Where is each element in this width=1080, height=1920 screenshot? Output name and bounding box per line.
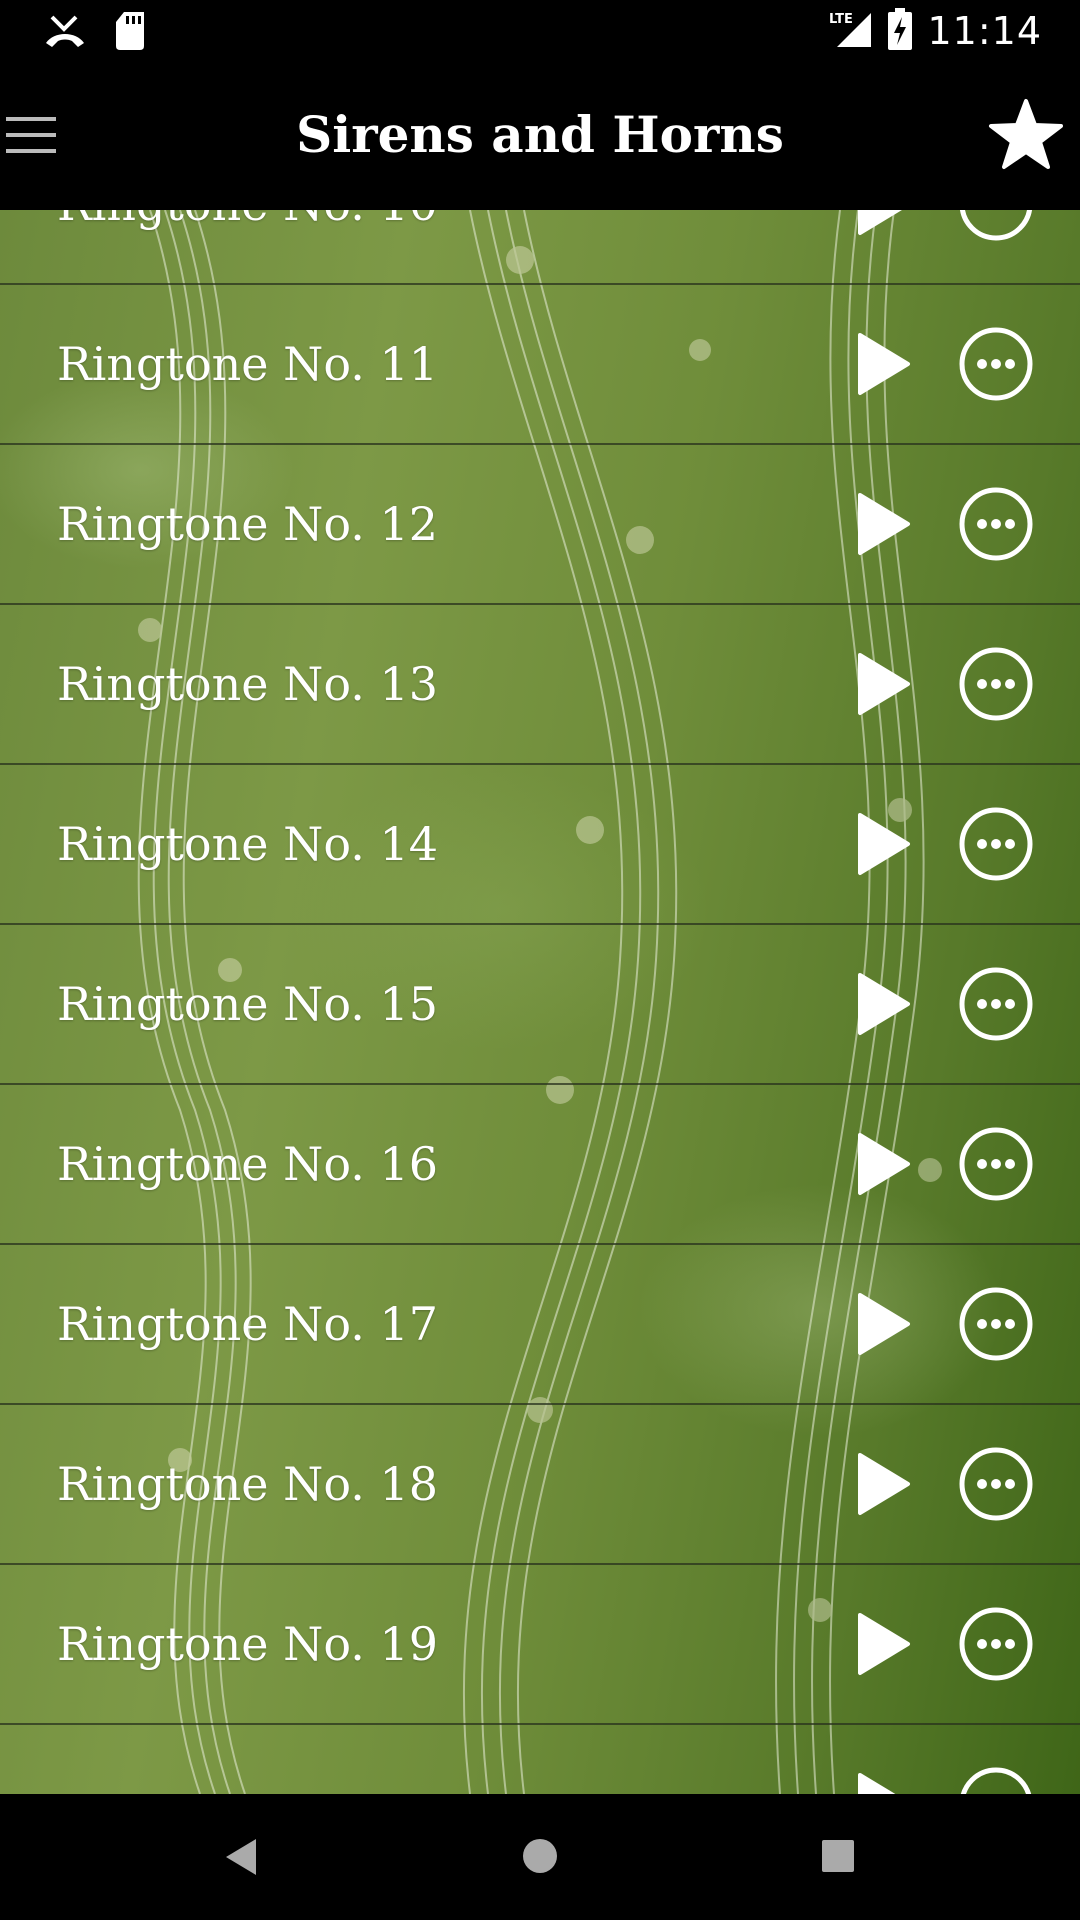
play-icon[interactable] <box>856 1451 912 1517</box>
list-item[interactable] <box>0 1725 1080 1794</box>
more-options-icon[interactable] <box>958 1286 1034 1362</box>
more-options-icon[interactable] <box>958 1446 1034 1522</box>
list-item[interactable]: Ringtone No. 12 <box>0 445 1080 605</box>
network-label: LTE <box>829 12 853 27</box>
signal-icon: LTE <box>829 9 873 53</box>
ringtone-title: Ringtone No. 11 <box>57 337 438 391</box>
ringtone-list-area[interactable]: Ringtone No. 10 Ringtone No. 11 Ringtone… <box>0 210 1080 1794</box>
more-options-icon[interactable] <box>958 1766 1034 1794</box>
more-options-icon[interactable] <box>958 1126 1034 1202</box>
app-bar: Sirens and Horns <box>0 63 1080 210</box>
list-item[interactable]: Ringtone No. 11 <box>0 285 1080 445</box>
navigation-bar <box>0 1794 1080 1920</box>
list-item[interactable]: Ringtone No. 10 <box>0 210 1080 285</box>
back-icon[interactable] <box>222 1836 260 1878</box>
more-options-icon[interactable] <box>958 210 1034 242</box>
ringtone-title: Ringtone No. 19 <box>57 1617 438 1671</box>
play-icon[interactable] <box>856 1131 912 1197</box>
page-title: Sirens and Horns <box>296 105 784 164</box>
play-icon[interactable] <box>856 651 912 717</box>
ringtone-title: Ringtone No. 12 <box>57 497 438 551</box>
play-icon[interactable] <box>856 1291 912 1357</box>
ringtone-title: Ringtone No. 10 <box>57 210 438 231</box>
more-options-icon[interactable] <box>958 966 1034 1042</box>
list-item[interactable]: Ringtone No. 14 <box>0 765 1080 925</box>
sd-card-icon <box>114 12 146 54</box>
play-icon[interactable] <box>856 331 912 397</box>
play-icon[interactable] <box>856 811 912 877</box>
play-icon[interactable] <box>856 1611 912 1677</box>
ringtone-list: Ringtone No. 10 Ringtone No. 11 Ringtone… <box>0 210 1080 1794</box>
more-options-icon[interactable] <box>958 646 1034 722</box>
ringtone-title: Ringtone No. 16 <box>57 1137 438 1191</box>
star-icon[interactable] <box>988 97 1064 173</box>
more-options-icon[interactable] <box>958 326 1034 402</box>
home-icon[interactable] <box>522 1838 558 1874</box>
status-bar: LTE 11:14 <box>0 0 1080 63</box>
list-item[interactable]: Ringtone No. 18 <box>0 1405 1080 1565</box>
battery-charging-icon <box>887 8 913 54</box>
ringtone-title: Ringtone No. 15 <box>57 977 438 1031</box>
play-icon[interactable] <box>856 1771 912 1794</box>
play-icon[interactable] <box>856 210 912 237</box>
ringtone-title: Ringtone No. 17 <box>57 1297 438 1351</box>
play-icon[interactable] <box>856 491 912 557</box>
list-item[interactable]: Ringtone No. 15 <box>0 925 1080 1085</box>
missed-call-icon <box>44 13 86 53</box>
ringtone-title: Ringtone No. 18 <box>57 1457 438 1511</box>
more-options-icon[interactable] <box>958 486 1034 562</box>
recents-icon[interactable] <box>822 1840 854 1872</box>
list-item[interactable]: Ringtone No. 17 <box>0 1245 1080 1405</box>
ringtone-title: Ringtone No. 14 <box>57 817 438 871</box>
list-item[interactable]: Ringtone No. 13 <box>0 605 1080 765</box>
more-options-icon[interactable] <box>958 806 1034 882</box>
list-item[interactable]: Ringtone No. 19 <box>0 1565 1080 1725</box>
play-icon[interactable] <box>856 971 912 1037</box>
ringtone-title: Ringtone No. 13 <box>57 657 438 711</box>
clock: 11:14 <box>927 9 1042 53</box>
more-options-icon[interactable] <box>958 1606 1034 1682</box>
list-item[interactable]: Ringtone No. 16 <box>0 1085 1080 1245</box>
